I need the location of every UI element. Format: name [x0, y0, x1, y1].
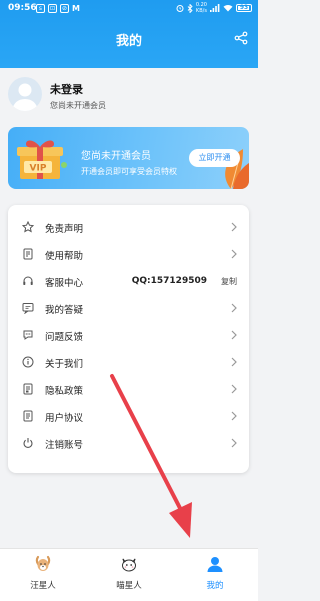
page-title: 我的: [115, 34, 142, 49]
status-notification-icon: ⊡: [48, 4, 57, 13]
vip-banner[interactable]: VIP 您尚未开通会员 开通会员即可享受会员特权 立即开通: [8, 127, 249, 189]
chevron-right-icon: [231, 222, 237, 232]
membership-status: 您尚未开通会员: [50, 101, 106, 110]
app-header: 09:56 s ⊡ ⊘ M 0.20 KB/s 93 我的: [0, 0, 258, 68]
chevron-right-icon: [231, 330, 237, 340]
network-speed: 0.20 KB/s: [195, 2, 207, 14]
bluetooth-icon: [187, 3, 193, 13]
battery-icon: 93: [236, 4, 252, 12]
alarm-icon: [176, 5, 184, 12]
battery-level: 93: [239, 4, 249, 11]
tab-mine[interactable]: 我的: [172, 549, 258, 601]
feedback-icon: [23, 330, 33, 340]
info-icon: [22, 356, 34, 368]
default-avatar-icon: [12, 83, 38, 111]
menu-item-privacy-policy[interactable]: 隐私政策: [8, 376, 249, 403]
vip-title: 您尚未开通会员: [81, 151, 151, 162]
tab-dogs[interactable]: 汪星人: [0, 549, 86, 601]
menu-item-about-us[interactable]: 关于我们: [8, 349, 249, 376]
menu-item-label: 免责声明: [45, 224, 84, 235]
bottom-nav: 汪星人 喵星人 我的: [0, 548, 258, 601]
activate-vip-button[interactable]: 立即开通: [189, 149, 240, 167]
chevron-right-icon: [231, 303, 237, 313]
vip-badge-text: VIP: [30, 164, 47, 174]
dog-icon: [35, 555, 51, 571]
settings-menu: 免责声明 使用帮助 客服中心 QQ:157129509 复制 我的答疑 问题反馈…: [8, 205, 249, 473]
status-notification-icon: s: [36, 4, 45, 13]
menu-item-label: 我的答疑: [45, 305, 84, 316]
tab-label: 汪星人: [30, 581, 56, 591]
qq-number: QQ:157129509: [131, 276, 207, 286]
vip-gift-icon: VIP: [17, 140, 67, 179]
chevron-right-icon: [231, 411, 237, 421]
status-notification-icons: s ⊡ ⊘ M: [36, 4, 80, 13]
menu-item-customer-service[interactable]: 客服中心 QQ:157129509 复制: [8, 268, 249, 295]
chat-icon: [22, 303, 34, 314]
menu-item-label: 使用帮助: [45, 251, 84, 262]
chevron-right-icon: [231, 357, 237, 367]
menu-item-disclaimer[interactable]: 免责声明: [8, 214, 249, 241]
menu-item-my-questions[interactable]: 我的答疑: [8, 295, 249, 322]
document-icon: [23, 248, 33, 260]
menu-item-feedback[interactable]: 问题反馈: [8, 322, 249, 349]
chevron-right-icon: [231, 438, 237, 448]
chevron-right-icon: [231, 249, 237, 259]
tab-label: 喵星人: [116, 581, 142, 591]
status-time: 09:56: [8, 3, 37, 13]
share-icon[interactable]: [234, 31, 248, 45]
power-icon: [23, 438, 33, 448]
menu-item-label: 用户协议: [45, 413, 84, 424]
menu-item-user-agreement[interactable]: 用户协议: [8, 403, 249, 430]
vip-subtitle: 开通会员即可享受会员特权: [81, 167, 177, 176]
wifi-icon: [223, 4, 233, 12]
signal-icon: [210, 4, 220, 12]
copy-button[interactable]: 复制: [221, 276, 237, 287]
menu-item-label: 问题反馈: [45, 332, 84, 343]
user-profile[interactable]: 未登录 您尚未开通会员: [0, 68, 258, 126]
status-right: 0.20 KB/s 93: [176, 2, 252, 14]
menu-item-delete-account[interactable]: 注销账号: [8, 430, 249, 457]
menu-item-help[interactable]: 使用帮助: [8, 241, 249, 268]
cat-icon: [122, 558, 136, 572]
headset-icon: [23, 276, 33, 285]
chevron-right-icon: [231, 384, 237, 394]
star-icon: [22, 221, 34, 233]
menu-item-label: 关于我们: [45, 359, 84, 370]
status-bar: 09:56 s ⊡ ⊘ M 0.20 KB/s 93: [0, 0, 258, 18]
tab-label: 我的: [206, 581, 224, 591]
user-name[interactable]: 未登录: [50, 81, 83, 97]
avatar[interactable]: [8, 77, 42, 111]
agreement-icon: [23, 410, 33, 422]
user-icon: [207, 557, 223, 572]
status-notification-icon: ⊘: [60, 4, 69, 13]
privacy-icon: [23, 383, 33, 395]
menu-item-label: 客服中心: [45, 278, 84, 289]
tab-cats[interactable]: 喵星人: [86, 549, 172, 601]
menu-item-label: 注销账号: [45, 440, 84, 451]
menu-item-label: 隐私政策: [45, 386, 84, 397]
status-notification-icon: M: [72, 4, 80, 13]
